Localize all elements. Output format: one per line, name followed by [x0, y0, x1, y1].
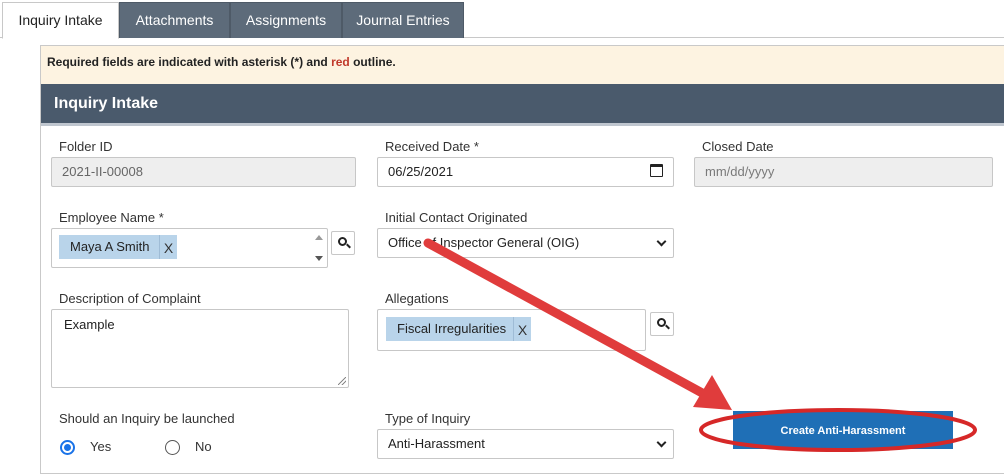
description-label: Description of Complaint — [59, 291, 201, 306]
tab-inquiry-intake[interactable]: Inquiry Intake — [2, 2, 119, 39]
notice-suffix: outline. — [349, 55, 396, 69]
closed-date-label: Closed Date — [702, 139, 774, 154]
initial-contact-label: Initial Contact Originated — [385, 210, 528, 225]
allegations-search-button[interactable] — [650, 312, 674, 336]
tab-journal-entries[interactable]: Journal Entries — [342, 2, 464, 38]
received-date-label: Received Date * — [385, 139, 479, 154]
tab-attachments[interactable]: Attachments — [119, 2, 230, 38]
type-of-inquiry-value: Anti-Harassment — [388, 436, 485, 451]
allegations-label: Allegations — [385, 291, 449, 306]
initial-contact-value: Office of Inspector General (OIG) — [388, 235, 580, 250]
scroll-down-icon[interactable] — [315, 256, 323, 261]
scroll-up-icon[interactable] — [315, 235, 323, 240]
search-icon-handle — [346, 243, 351, 249]
allegation-chip-label: Fiscal Irregularities — [397, 321, 507, 336]
type-of-inquiry-label: Type of Inquiry — [385, 411, 471, 426]
resize-handle-icon[interactable] — [338, 377, 346, 385]
radio-yes-label: Yes — [90, 439, 112, 454]
initial-contact-select[interactable]: Office of Inspector General (OIG) — [377, 228, 674, 258]
section-header: Inquiry Intake — [41, 84, 1004, 126]
folder-id-label: Folder ID — [59, 139, 113, 154]
closed-date-input[interactable]: mm/dd/yyyy — [694, 157, 993, 187]
folder-id-field: 2021-II-00008 — [51, 157, 356, 187]
notice-red-word: red — [331, 55, 350, 69]
employee-chip-remove[interactable]: X — [159, 235, 177, 259]
employee-name-field[interactable]: Maya A Smith X — [51, 228, 328, 268]
type-of-inquiry-select[interactable]: Anti-Harassment — [377, 429, 674, 459]
allegation-chip-remove[interactable]: X — [513, 317, 531, 341]
radio-no[interactable] — [165, 440, 180, 455]
allegations-field[interactable]: Fiscal Irregularities X — [377, 309, 646, 351]
create-anti-harassment-button[interactable]: Create Anti-Harassment — [733, 411, 953, 449]
received-date-input[interactable]: 06/25/2021 — [377, 157, 674, 187]
employee-chip-label: Maya A Smith — [70, 239, 150, 254]
calendar-icon[interactable] — [650, 164, 663, 177]
employee-chip: Maya A Smith X — [59, 235, 177, 259]
tab-bar: Inquiry Intake Attachments Assignments J… — [0, 0, 1004, 39]
description-value: Example — [64, 317, 115, 332]
received-date-value: 06/25/2021 — [388, 164, 454, 179]
allegation-chip: Fiscal Irregularities X — [386, 317, 531, 341]
employee-search-button[interactable] — [331, 231, 355, 255]
description-textarea[interactable]: Example — [51, 309, 349, 388]
notice-prefix: Required fields are indicated with aster… — [47, 55, 332, 69]
search-icon-handle — [665, 324, 670, 330]
required-fields-notice: Required fields are indicated with aster… — [41, 46, 1004, 86]
launch-inquiry-label: Should an Inquiry be launched — [59, 411, 235, 426]
employee-name-label: Employee Name * — [59, 210, 164, 225]
tab-assignments[interactable]: Assignments — [230, 2, 342, 38]
chevron-down-icon — [656, 437, 667, 448]
chevron-down-icon — [656, 236, 667, 247]
radio-no-label: No — [195, 439, 212, 454]
radio-yes[interactable] — [60, 440, 75, 455]
